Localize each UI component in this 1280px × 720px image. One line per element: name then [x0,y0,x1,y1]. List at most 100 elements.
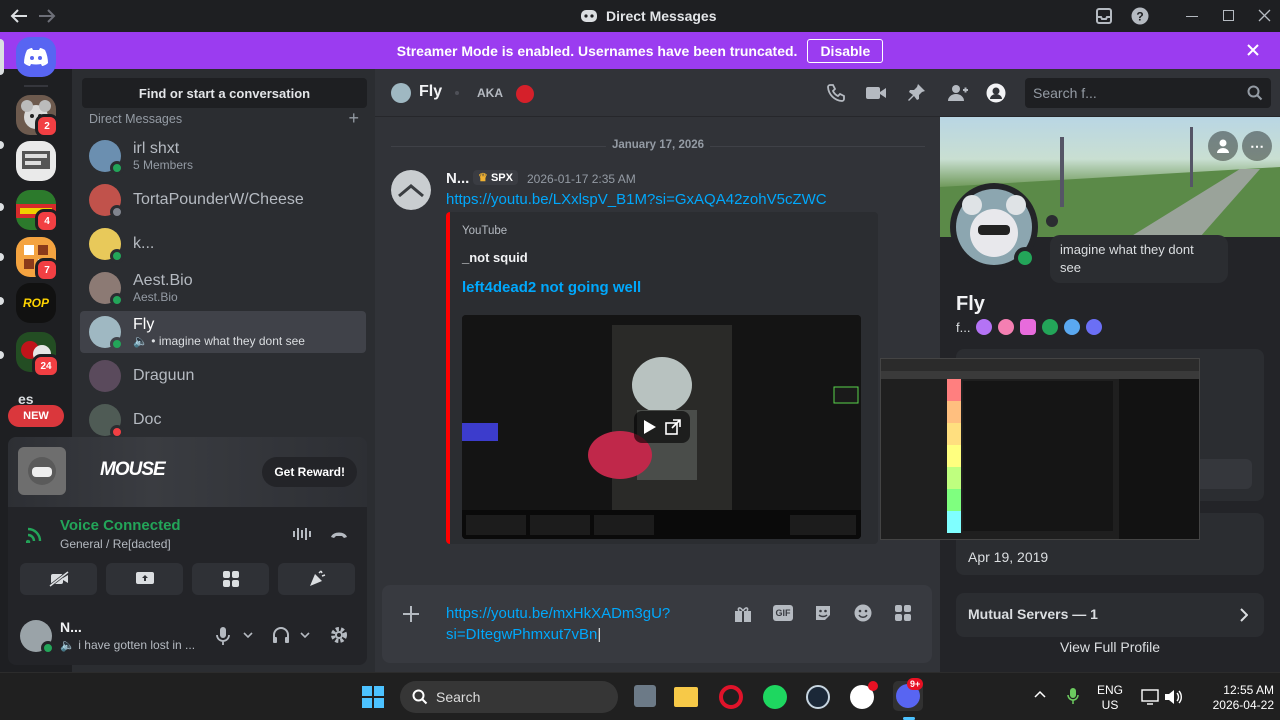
embed-author[interactable]: _not squid [462,250,528,265]
volume-icon[interactable] [1164,689,1182,705]
embed-title[interactable]: left4dead2 not going well [462,279,641,296]
server-icon-5[interactable]: ROP [16,283,56,323]
guild-tag[interactable]: ♛ SPX [473,170,518,185]
badge-quest-icon[interactable] [1086,319,1103,335]
dm-item-irl-shxt[interactable]: irl shxt 5 Members [80,135,366,177]
close-window-button[interactable] [1258,9,1271,22]
camera-off-button[interactable] [20,563,97,595]
headphones-chevron-down-icon[interactable] [300,632,310,638]
dm-item-k[interactable]: k... [80,223,366,265]
voice-call-icon[interactable] [826,83,846,103]
recording-dot [868,681,878,691]
noise-suppression-icon[interactable] [292,527,312,541]
tray-chevron-up-icon[interactable] [1034,690,1046,698]
user-profile-toggle-icon[interactable] [986,83,1006,103]
unread-pip [0,351,4,359]
sticker-icon[interactable] [814,604,832,622]
mic-icon[interactable] [216,626,230,646]
close-banner-icon[interactable] [1247,44,1259,56]
clock[interactable]: 12:55 AM 2026-04-22 [1196,683,1274,713]
spotify-icon[interactable] [763,685,787,709]
video-thumbnail[interactable] [462,315,861,539]
message-composer[interactable]: https://youtu.be/mxHkXADm3gU?si=DItegwPh… [382,585,932,663]
profile-avatar[interactable] [950,183,1038,271]
maximize-button[interactable] [1223,10,1234,21]
file-explorer-icon[interactable] [674,687,698,707]
search-input[interactable]: Search f... [1025,78,1271,108]
badge-nitro-icon[interactable] [976,319,993,335]
mutual-servers-card[interactable]: Mutual Servers — 1 [956,593,1264,637]
obs-icon[interactable] [850,681,878,709]
activities-button[interactable] [192,563,269,595]
more-options-icon[interactable]: ⋯ [1242,131,1272,161]
user-avatar[interactable] [20,620,55,655]
screen-share-button[interactable] [106,563,183,595]
dm-name: Doc [133,411,162,428]
window-title: Direct Messages [580,0,717,32]
unread-pip [0,203,4,211]
disconnect-icon[interactable] [330,529,348,539]
badge-heart-icon[interactable] [998,319,1015,335]
dm-item-fly[interactable]: Fly 🔈 • imagine what they dont see [80,311,366,353]
message-author[interactable]: N... [446,170,469,187]
server-badge-2: 4 [35,209,59,233]
minimize-button[interactable] [1186,16,1198,17]
help-icon[interactable]: ? [1131,7,1149,25]
dm-item-draguun[interactable]: Draguun [80,355,366,397]
create-dm-plus-icon[interactable]: + [348,109,359,127]
inbox-icon[interactable] [1096,8,1112,24]
voice-status[interactable]: Voice Connected [60,517,181,534]
header-name[interactable]: Fly [419,83,442,101]
get-reward-button[interactable]: Get Reward! [262,457,357,487]
avatar [89,316,124,351]
add-friend-icon[interactable] [1208,131,1238,161]
soundboard-button[interactable] [278,563,355,595]
message-input[interactable]: https://youtu.be/mxHkXADm3gU?si=DItegwPh… [446,603,696,645]
forward-arrow-icon[interactable] [38,8,56,24]
online-dot [41,641,55,655]
discord-taskbar-active[interactable]: 9+ [893,678,924,720]
discord-logo-icon [24,48,48,66]
aka-avatar-icon[interactable] [516,85,534,103]
windows-start-icon[interactable] [362,686,384,708]
upload-plus-icon[interactable] [402,605,420,623]
task-view-icon[interactable] [634,685,656,707]
voice-channel[interactable]: General / Re[dacted] [60,537,171,551]
pin-icon[interactable] [906,83,926,103]
new-badge[interactable]: NEW [8,405,64,427]
add-friend-to-dm-icon[interactable] [946,83,968,103]
opera-icon[interactable] [719,685,743,709]
dm-name: Fly [133,316,155,333]
dm-item-tortapounder[interactable]: TortaPounderW/Cheese [80,179,366,221]
network-icon[interactable] [1141,689,1159,705]
steam-icon[interactable] [806,685,830,709]
gift-icon[interactable] [734,605,752,623]
disable-button[interactable]: Disable [807,38,884,63]
view-full-profile-link[interactable]: View Full Profile [940,639,1280,655]
language-indicator[interactable]: ENG US [1097,683,1123,713]
profile-handle: f... [956,319,971,335]
taskbar-search[interactable]: Search [400,681,618,713]
back-arrow-icon[interactable] [10,8,28,24]
dm-item-aest-bio[interactable]: Aest.Bio Aest.Bio [80,267,366,309]
mic-chevron-down-icon[interactable] [243,632,253,638]
video-call-icon[interactable] [865,85,887,101]
badge-gem-icon[interactable] [1020,319,1037,335]
tray-mic-icon[interactable] [1067,687,1079,705]
badge-hashtag-icon[interactable] [1042,319,1059,335]
screen-share-preview[interactable] [880,358,1200,540]
home-button[interactable] [16,37,56,77]
banner-text: Streamer Mode is enabled. Usernames have… [396,42,798,59]
dm-item-doc[interactable]: Doc [80,399,366,441]
emoji-icon[interactable] [854,604,872,622]
message-avatar[interactable] [391,170,431,210]
apps-icon[interactable] [894,604,912,622]
find-conversation-button[interactable]: Find or start a conversation [82,78,367,108]
gear-icon[interactable] [329,625,349,645]
server-icon-2[interactable] [16,141,56,181]
badge-boost-icon[interactable] [1064,319,1081,335]
message-link[interactable]: https://youtu.be/LXxlspV_B1M?si=GxAQA42z… [446,191,827,208]
gif-icon[interactable]: GIF [773,605,793,621]
headphones-icon[interactable] [272,626,290,644]
user-name[interactable]: N... [60,619,82,635]
